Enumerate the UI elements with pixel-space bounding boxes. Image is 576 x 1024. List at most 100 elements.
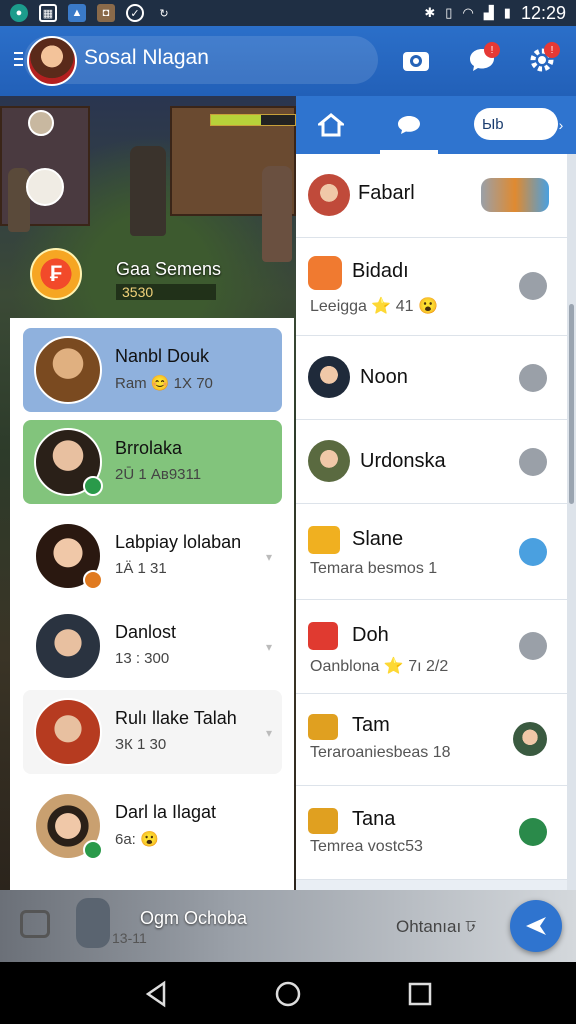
- tab-pill-label: Ыb: [482, 115, 504, 133]
- status-bar: ● ▦ ▲ ◘ ✓ ↻ ✱ ▯ ◠ ▟ ▮ 12:29: [0, 0, 576, 26]
- scrollbar[interactable]: [567, 154, 576, 890]
- contact-name: Urdonska: [360, 450, 446, 472]
- contact-row[interactable]: Fabarl: [296, 154, 567, 238]
- avatar: [34, 336, 102, 404]
- friend-name: Danlost: [115, 622, 177, 642]
- friend-card[interactable]: Darl la Ilagat 6a: 😮: [23, 784, 282, 868]
- wifi-icon: ◠: [462, 5, 474, 20]
- chat-bubble-icon[interactable]: [519, 272, 547, 300]
- contact-row[interactable]: Urdonska: [296, 420, 567, 504]
- friend-card[interactable]: Brrolaka 2Ū 1 Ав9311: [23, 420, 282, 504]
- chevron-down-icon[interactable]: ▾: [266, 640, 272, 654]
- chat-bubble-icon[interactable]: [519, 448, 547, 476]
- send-icon: [526, 917, 546, 935]
- online-icon: [83, 840, 103, 860]
- bottom-bar: Ogm Ochoba 13-11 Ohtanıaı ঢ: [0, 890, 576, 962]
- home-icon[interactable]: [274, 980, 302, 1008]
- profile-avatar[interactable]: [27, 36, 77, 86]
- bottom-subtitle: 13-11: [112, 930, 147, 946]
- contact-row[interactable]: Bidadı Leeigga ⭐ 41 😮: [296, 238, 567, 336]
- contact-row[interactable]: Slane Temara besmos 1: [296, 504, 567, 600]
- signal-icon: ▟: [483, 5, 494, 20]
- chat-bubble-icon[interactable]: [519, 364, 547, 392]
- send-icon[interactable]: [519, 818, 547, 846]
- logo-icon: [308, 526, 340, 554]
- game-character: [8, 168, 30, 232]
- contacts-panel: Ыb › Fabarl Bidadı Leeigga ⭐ 41 😮 Noon U…: [296, 96, 576, 890]
- send-icon[interactable]: [519, 538, 547, 566]
- player-badge[interactable]: [28, 110, 54, 136]
- friend-name: Darl la Ilagat: [115, 802, 217, 822]
- image-notification-icon: ◘: [97, 4, 115, 22]
- friend-card[interactable]: Nanbl Douk Ram 😊 1X 70: [23, 328, 282, 412]
- recents-icon[interactable]: [406, 980, 434, 1008]
- friend-name: Rulı llake Talah: [115, 708, 237, 728]
- send-fab-button[interactable]: [510, 900, 562, 952]
- bottom-right-text: Ohtanıaı ঢ: [396, 917, 476, 936]
- tab-chats[interactable]: [374, 96, 444, 154]
- logo-icon: [308, 808, 338, 834]
- clock: 12:29: [520, 2, 566, 23]
- sync-notification-icon: ↻: [159, 7, 169, 20]
- game-invite-icon[interactable]: [481, 178, 549, 212]
- system-nav-bar: [0, 962, 576, 1024]
- settings-button[interactable]: !: [522, 40, 562, 80]
- avatar: [308, 356, 350, 398]
- avatar[interactable]: [76, 898, 110, 948]
- avatar: [308, 440, 350, 482]
- contact-name: Doh: [352, 624, 389, 646]
- photo-notification-icon: ▲: [68, 4, 86, 22]
- chevron-right-icon[interactable]: ›: [546, 96, 576, 154]
- player-badge[interactable]: [26, 168, 64, 206]
- contact-status: Teraroaniesbeas 18: [310, 744, 451, 761]
- contact-name: Slane: [352, 528, 404, 550]
- friend-card[interactable]: Rulı llake Talah ЗК 1 30 ▾: [23, 690, 282, 774]
- contact-row[interactable]: Doh Oanblona ⭐ 7ı 2/2: [296, 600, 567, 694]
- contact-row[interactable]: Tam Teraroaniesbeas 18: [296, 694, 567, 786]
- contact-name: Tana: [352, 808, 396, 830]
- chat-button[interactable]: !: [462, 40, 502, 80]
- chevron-down-icon[interactable]: ▾: [266, 726, 272, 740]
- game-character: [262, 166, 292, 262]
- app-bar: Sosal Nlagan ! !: [0, 26, 576, 96]
- contact-status: Leeigga ⭐ 41 😮: [310, 298, 438, 315]
- avatar: [34, 698, 102, 766]
- friend-name: Brrolaka: [115, 438, 183, 458]
- back-icon[interactable]: [142, 980, 170, 1008]
- contact-row[interactable]: Noon: [296, 336, 567, 420]
- chevron-down-icon[interactable]: ▾: [266, 550, 272, 564]
- friend-status: 13 : 300: [115, 650, 170, 667]
- contact-name: Tam: [352, 714, 390, 736]
- friend-status: 6a: 😮: [115, 831, 159, 848]
- settings-badge: !: [544, 42, 560, 58]
- contact-status: Temara besmos 1: [310, 560, 438, 577]
- contact-row[interactable]: Tana Temrea vostc53: [296, 786, 567, 880]
- gallery-notification-icon: ▦: [39, 4, 57, 22]
- contact-name: Noon: [360, 366, 408, 388]
- friend-status: ЗК 1 30: [115, 736, 167, 753]
- camera-icon: [308, 622, 338, 650]
- messenger-notification-icon: ●: [10, 4, 28, 22]
- menu-icon[interactable]: [14, 52, 23, 70]
- bottom-title: Ogm Ochoba: [140, 908, 248, 928]
- tab-bar: Ыb ›: [296, 96, 576, 154]
- game-character: [130, 146, 166, 236]
- friend-name: Labpiay lolaban: [115, 532, 242, 552]
- camera-icon[interactable]: [20, 910, 50, 938]
- game-title: Gaa Semens: [116, 259, 222, 279]
- game-score: 3530: [116, 284, 216, 300]
- friend-card[interactable]: Labpiay lolaban 1Ä 1 31 ▾: [23, 514, 282, 598]
- contact-status: Temrea vostc53: [310, 838, 423, 855]
- battery-icon: ▮: [503, 5, 511, 20]
- contact-name: Bidadı: [352, 260, 409, 282]
- friend-card[interactable]: Danlost 13 : 300 ▾: [23, 604, 282, 688]
- tab-home[interactable]: [296, 96, 366, 154]
- camera-icon: [403, 52, 429, 71]
- avatar[interactable]: [513, 722, 547, 756]
- app-title: Sosal Nlagan: [84, 46, 209, 69]
- chat-bubble-icon[interactable]: [519, 632, 547, 660]
- camera-button[interactable]: [396, 40, 436, 80]
- avatar: [34, 612, 102, 680]
- coin-icon: ₣: [30, 248, 82, 300]
- contact-status: Oanblona ⭐ 7ı 2/2: [310, 658, 449, 675]
